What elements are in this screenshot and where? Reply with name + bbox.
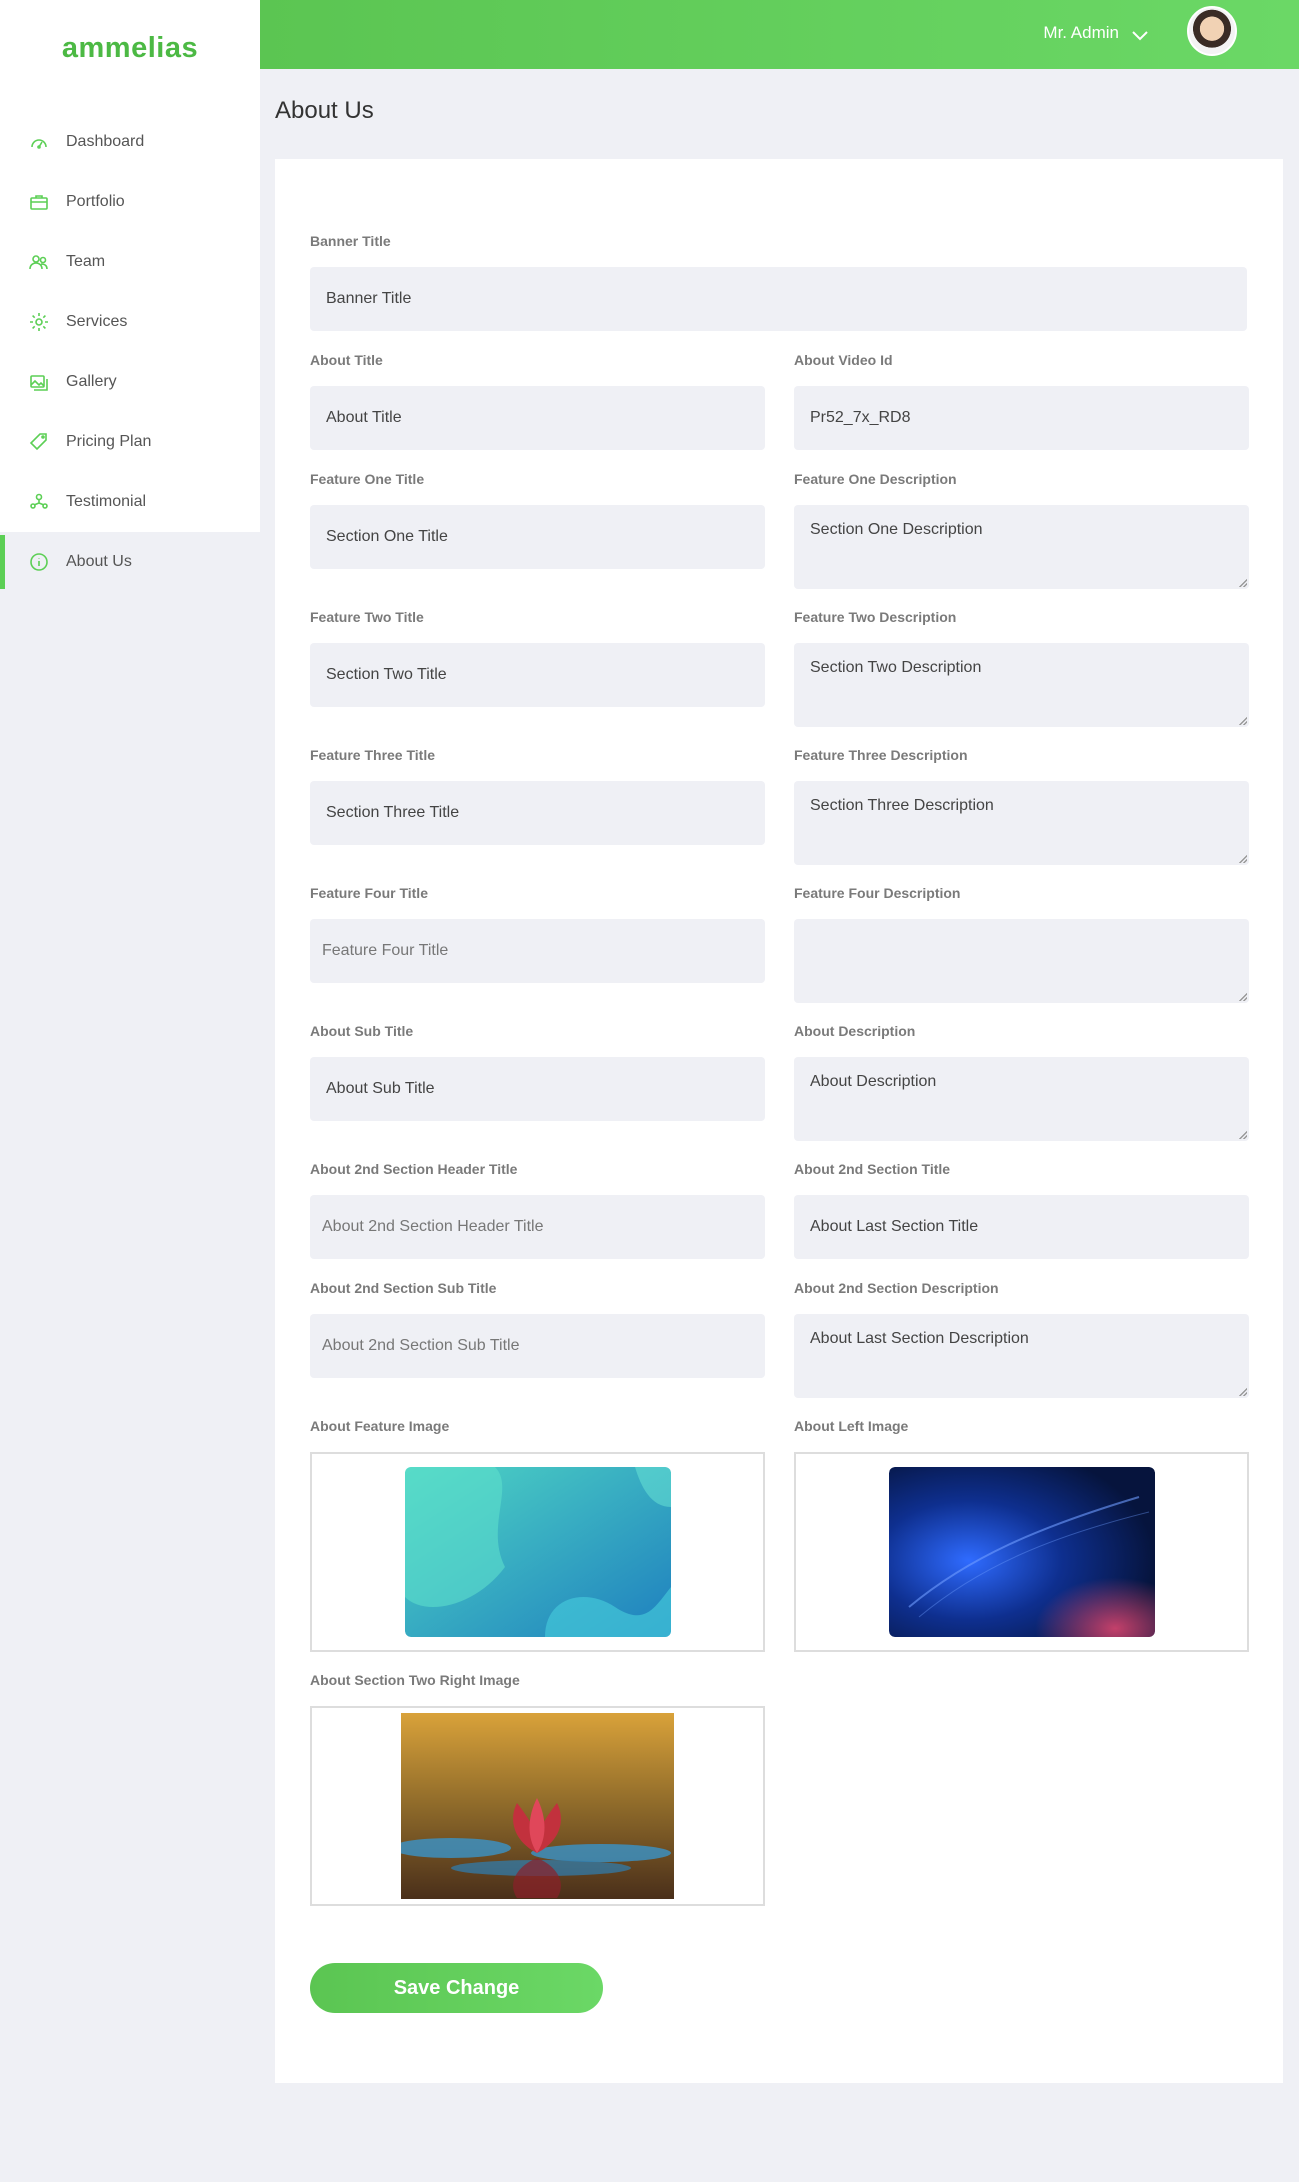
banner-title-input[interactable]: Banner Title <box>310 267 1247 331</box>
brand-logo[interactable]: ammelias <box>0 0 260 97</box>
feature-image-label: About Feature Image <box>310 1418 450 1434</box>
about-form-card: Banner Title Banner Title About Title Ab… <box>275 159 1283 2083</box>
about-title-label: About Title <box>310 352 383 368</box>
feature-one-title-label: Feature One Title <box>310 471 425 487</box>
about-description-label: About Description <box>794 1023 916 1039</box>
sidebar-item-label: Team <box>66 253 106 270</box>
sidebar-item-label: Portfolio <box>66 193 125 210</box>
sidebar-item-about-us[interactable]: About Us <box>0 535 260 589</box>
sidebar-item-label: Pricing Plan <box>66 433 152 450</box>
about-video-id-input[interactable]: Pr52_7x_RD8 <box>794 386 1249 450</box>
feature-one-description-textarea[interactable]: Section One Description <box>794 505 1249 589</box>
feature-two-description-label: Feature Two Description <box>794 609 957 625</box>
page-title: About Us <box>275 97 374 124</box>
feature-two-title-label: Feature Two Title <box>310 609 424 625</box>
second-description-label: About 2nd Section Description <box>794 1280 999 1296</box>
testimonial-icon <box>28 491 50 513</box>
feature-two-description-textarea[interactable]: Section Two Description <box>794 643 1249 727</box>
feature-four-title-label: Feature Four Title <box>310 885 428 901</box>
second-header-title-label: About 2nd Section Header Title <box>310 1161 518 1177</box>
left-image-uploader[interactable] <box>794 1452 1249 1652</box>
section-two-right-image-uploader[interactable] <box>310 1706 765 1906</box>
sidebar-item-gallery[interactable]: Gallery <box>0 355 260 409</box>
sidebar-item-label: Testimonial <box>66 493 147 510</box>
second-title-input[interactable]: About Last Section Title <box>794 1195 1249 1259</box>
sidebar-item-testimonial[interactable]: Testimonial <box>0 475 260 529</box>
second-description-textarea[interactable]: About Last Section Description <box>794 1314 1249 1398</box>
gear-icon <box>28 311 50 333</box>
feature-three-title-input[interactable]: Section Three Title <box>310 781 765 845</box>
sidebar-item-label: About Us <box>66 553 132 570</box>
feature-four-title-input[interactable]: Feature Four Title <box>310 919 765 983</box>
sidebar-item-label: Gallery <box>66 373 117 390</box>
feature-two-title-input[interactable]: Section Two Title <box>310 643 765 707</box>
info-icon <box>28 551 50 573</box>
avatar[interactable] <box>1187 6 1237 56</box>
sidebar-item-label: Services <box>66 313 128 330</box>
about-video-id-label: About Video Id <box>794 352 893 368</box>
feature-one-description-label: Feature One Description <box>794 471 957 487</box>
feature-four-description-textarea[interactable] <box>794 919 1249 1003</box>
feature-three-title-label: Feature Three Title <box>310 747 436 763</box>
sidebar-item-team[interactable]: Team <box>0 235 260 289</box>
second-sub-title-label: About 2nd Section Sub Title <box>310 1280 497 1296</box>
about-title-input[interactable]: About Title <box>310 386 765 450</box>
section-two-right-image <box>401 1713 674 1899</box>
feature-image <box>404 1467 671 1637</box>
left-image <box>888 1467 1155 1637</box>
sidebar-item-label: Dashboard <box>66 133 145 150</box>
dashboard-icon <box>28 131 50 153</box>
banner-title-label: Banner Title <box>310 233 391 249</box>
left-image-label: About Left Image <box>794 1418 909 1434</box>
topbar: Mr. Admin <box>260 0 1299 69</box>
sidebar-item-services[interactable]: Services <box>0 295 260 349</box>
about-description-textarea[interactable]: About Description <box>794 1057 1249 1141</box>
save-button[interactable]: Save Change <box>310 1963 603 2013</box>
feature-three-description-textarea[interactable]: Section Three Description <box>794 781 1249 865</box>
user-name: Mr. Admin <box>1043 23 1119 42</box>
sidebar: ammelias Dashboard Portfolio Team Servic… <box>0 0 260 532</box>
second-sub-title-input[interactable]: About 2nd Section Sub Title <box>310 1314 765 1378</box>
sidebar-item-portfolio[interactable]: Portfolio <box>0 175 260 229</box>
briefcase-icon <box>28 191 50 213</box>
section-two-right-image-label: About Section Two Right Image <box>310 1672 520 1688</box>
chevron-down-icon <box>1131 27 1149 41</box>
tag-icon <box>28 431 50 453</box>
sidebar-item-pricing-plan[interactable]: Pricing Plan <box>0 415 260 469</box>
second-title-label: About 2nd Section Title <box>794 1161 951 1177</box>
second-header-title-input[interactable]: About 2nd Section Header Title <box>310 1195 765 1259</box>
about-sub-title-label: About Sub Title <box>310 1023 414 1039</box>
about-sub-title-input[interactable]: About Sub Title <box>310 1057 765 1121</box>
feature-three-description-label: Feature Three Description <box>794 747 968 763</box>
gallery-icon <box>28 371 50 393</box>
feature-one-title-input[interactable]: Section One Title <box>310 505 765 569</box>
feature-image-uploader[interactable] <box>310 1452 765 1652</box>
user-menu[interactable]: Mr. Admin <box>1043 23 1149 43</box>
feature-four-description-label: Feature Four Description <box>794 885 961 901</box>
team-icon <box>28 251 50 273</box>
sidebar-item-dashboard[interactable]: Dashboard <box>0 115 260 169</box>
